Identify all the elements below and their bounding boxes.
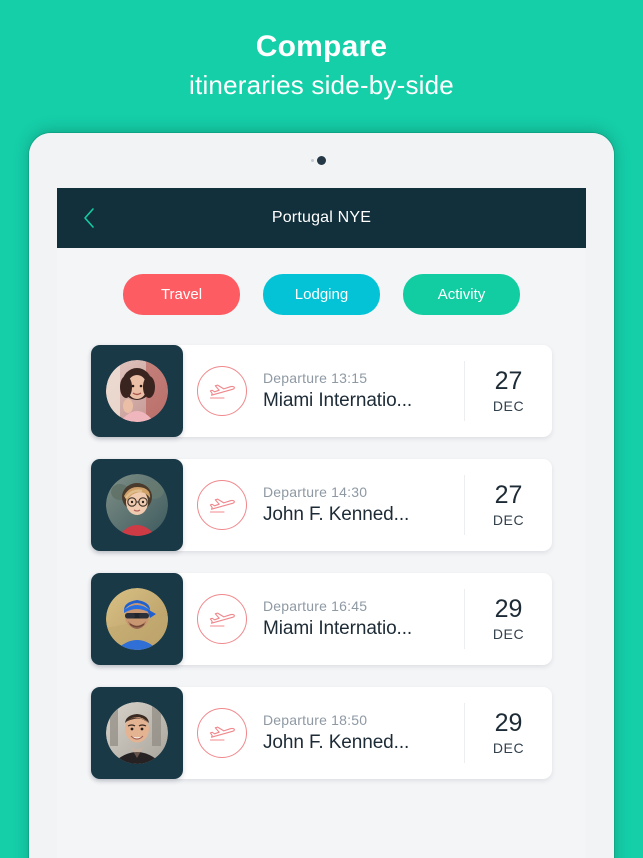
- departure-time: Departure 16:45: [263, 598, 368, 614]
- airplane-departure-icon: [197, 366, 247, 416]
- date-day: 29: [494, 708, 523, 737]
- camera-icon: [317, 156, 326, 165]
- promo-title: Compare: [255, 30, 388, 63]
- departure-time: Departure 18:50: [263, 712, 368, 728]
- itinerary-card[interactable]: Departure 16:45 Miami Internatio... 29 D…: [91, 573, 552, 665]
- avatar-woman-brunette: [106, 360, 168, 422]
- date-day: 29: [494, 594, 523, 623]
- departure-place: John F. Kenned...: [263, 732, 410, 753]
- tablet-bezel-top: [29, 133, 614, 188]
- card-details: Departure 14:30 John F. Kenned...: [183, 459, 464, 551]
- card-details: Departure 18:50 John F. Kenned...: [183, 687, 464, 779]
- itinerary-card[interactable]: Departure 14:30 John F. Kenned... 27 DEC: [91, 459, 552, 551]
- tab-travel[interactable]: Travel: [123, 274, 240, 315]
- itinerary-card[interactable]: Departure 18:50 John F. Kenned... 29 DEC: [91, 687, 552, 779]
- departure-place: Miami Internatio...: [263, 390, 413, 411]
- date-block: 29 DEC: [464, 589, 552, 649]
- page-title: Portugal NYE: [271, 209, 372, 226]
- tab-lodging[interactable]: Lodging: [263, 274, 380, 315]
- date-block: 27 DEC: [464, 475, 552, 535]
- avatar-woman-glasses: [106, 474, 168, 536]
- app-screen: Portugal NYE Travel Lodging Activity Dep…: [57, 188, 586, 858]
- card-text: Departure 13:15 Miami Internatio...: [263, 370, 464, 412]
- card-text: Departure 18:50 John F. Kenned...: [263, 712, 464, 754]
- card-text: Departure 14:30 John F. Kenned...: [263, 484, 464, 526]
- airplane-departure-icon: [197, 708, 247, 758]
- avatar-panel: [91, 687, 183, 779]
- departure-place: John F. Kenned...: [263, 504, 410, 525]
- avatar-man-hoodie: [106, 702, 168, 764]
- promo-header: Compare itineraries side-by-side: [0, 0, 643, 133]
- avatar-panel: [91, 459, 183, 551]
- avatar-man-bandana: [106, 588, 168, 650]
- promo-subtitle: itineraries side-by-side: [189, 69, 454, 100]
- date-day: 27: [494, 366, 523, 395]
- date-month: DEC: [492, 398, 525, 415]
- app-navbar: Portugal NYE: [57, 188, 586, 248]
- departure-time: Departure 14:30: [263, 484, 368, 500]
- avatar-panel: [91, 345, 183, 437]
- tab-activity[interactable]: Activity: [403, 274, 520, 315]
- card-text: Departure 16:45 Miami Internatio...: [263, 598, 464, 640]
- card-details: Departure 13:15 Miami Internatio...: [183, 345, 464, 437]
- airplane-departure-icon: [197, 480, 247, 530]
- departure-time: Departure 13:15: [263, 370, 368, 386]
- back-button[interactable]: [77, 206, 101, 230]
- date-month: DEC: [492, 512, 525, 529]
- chevron-left-icon: [82, 207, 96, 229]
- departure-place: Miami Internatio...: [263, 618, 413, 639]
- date-month: DEC: [492, 626, 525, 643]
- itinerary-list: Departure 13:15 Miami Internatio... 27 D…: [57, 335, 586, 779]
- category-tabs: Travel Lodging Activity: [57, 248, 586, 335]
- avatar-panel: [91, 573, 183, 665]
- tablet-device: Portugal NYE Travel Lodging Activity Dep…: [29, 133, 614, 858]
- card-details: Departure 16:45 Miami Internatio...: [183, 573, 464, 665]
- airplane-departure-icon: [197, 594, 247, 644]
- itinerary-card[interactable]: Departure 13:15 Miami Internatio... 27 D…: [91, 345, 552, 437]
- date-block: 27 DEC: [464, 361, 552, 421]
- date-day: 27: [494, 480, 523, 509]
- date-month: DEC: [492, 740, 525, 757]
- date-block: 29 DEC: [464, 703, 552, 763]
